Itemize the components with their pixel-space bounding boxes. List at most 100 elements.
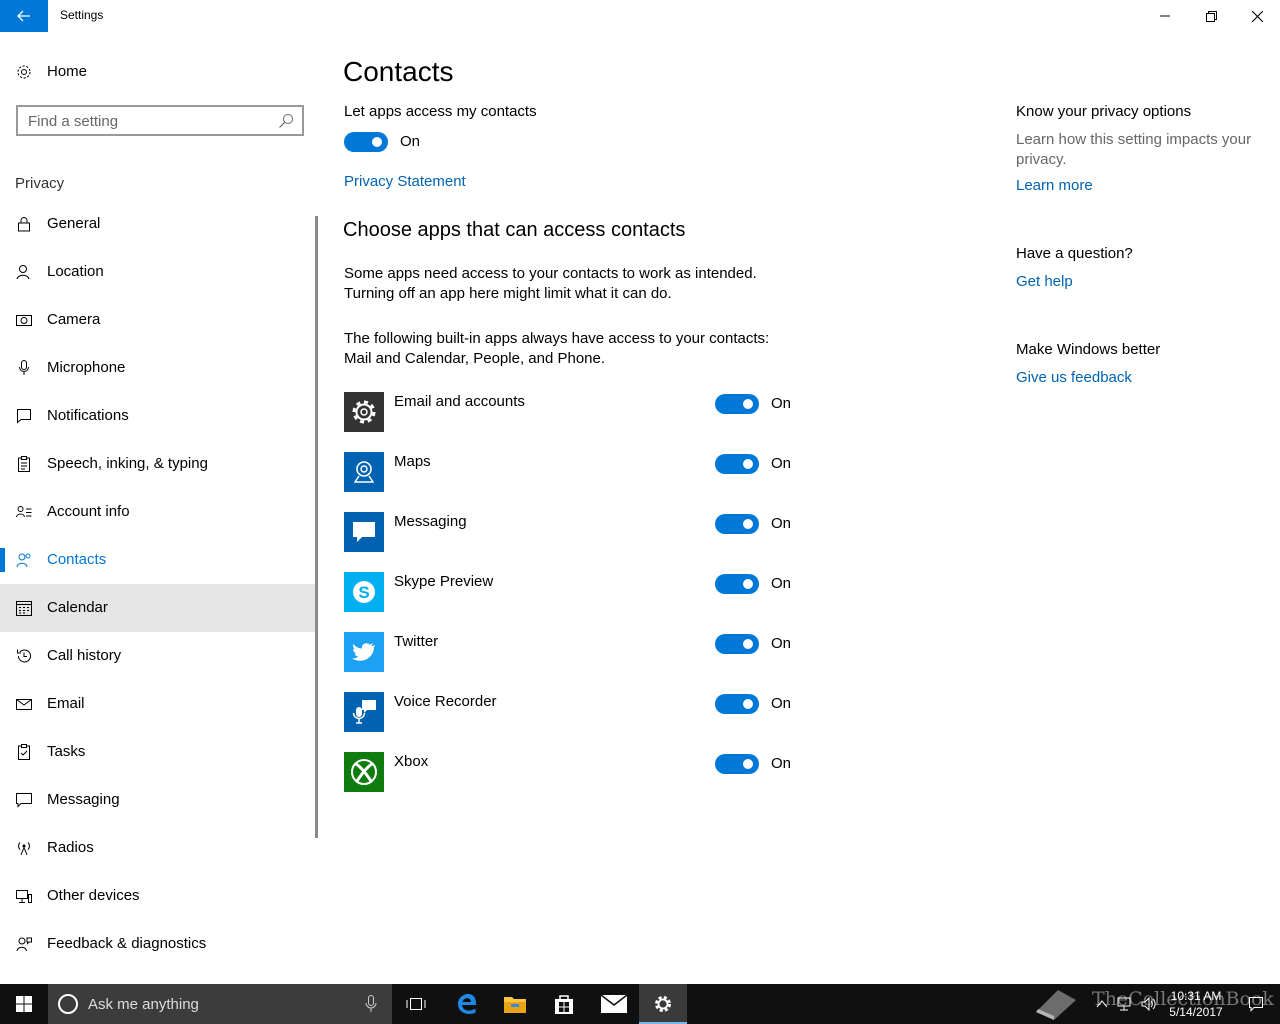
toggle-state: On [771,755,792,772]
sidebar-item-label: Location [47,263,104,280]
sidebar-item-location[interactable]: Location [0,248,318,296]
app-tile [344,692,384,732]
app-tile [344,632,384,672]
gear-icon [17,65,31,79]
app-name: Maps [394,453,431,470]
taskbar-edge[interactable] [443,984,491,1024]
apps-description: Some apps need access to your contacts t… [344,265,757,302]
sidebar-home[interactable]: Home [0,54,318,90]
sidebar-item-other-devices[interactable]: Other devices [0,872,318,920]
volume-tray-icon[interactable] [1138,984,1160,1024]
toggle-state: On [771,575,792,592]
feedback-link[interactable]: Give us feedback [1016,369,1132,386]
action-center-button[interactable] [1236,984,1276,1024]
sidebar-item-call-history[interactable]: Call history [0,632,318,680]
close-button[interactable] [1234,0,1280,32]
app-row-email-accounts: Email and accounts On [344,392,804,432]
sidebar-item-messaging[interactable]: Messaging [0,776,318,824]
home-label: Home [47,63,88,80]
sidebar-item-account-info[interactable]: Account info [0,488,318,536]
get-help-link[interactable]: Get help [1016,273,1073,290]
radio-tower-icon [18,842,30,856]
sidebar-item-label: Call history [47,647,122,664]
start-button[interactable] [0,984,48,1024]
sidebar-item-email[interactable]: Email [0,680,318,728]
cortana-search-box[interactable]: Ask me anything [48,984,392,1024]
app-tile [344,512,384,552]
app-toggle-maps[interactable] [715,454,759,474]
search-input[interactable] [28,111,268,131]
network-icon [1117,997,1131,1011]
app-toggle-xbox[interactable] [715,754,759,774]
task-view-button[interactable] [392,984,440,1024]
taskbar-file-explorer[interactable] [491,984,539,1024]
sidebar-item-tasks[interactable]: Tasks [0,728,318,776]
devices-icon [16,890,32,903]
restore-button[interactable] [1188,0,1234,32]
clipboard-icon [18,456,30,472]
sidebar-item-label: Notifications [47,407,129,424]
app-tile [344,392,384,432]
folder-icon [504,997,526,1013]
sidebar-item-label: Email [47,695,85,712]
action-center-icon [1249,997,1263,1012]
cortana-search-text: Ask me anything [88,996,199,1013]
app-toggle-voice-recorder[interactable] [715,694,759,714]
taskbar-mail[interactable] [590,984,638,1024]
sidebar-item-notifications[interactable]: Notifications [0,392,318,440]
learn-more-link[interactable]: Learn more [1016,177,1093,194]
close-icon [1251,10,1263,22]
sidebar-item-feedback[interactable]: Feedback & diagnostics [0,920,318,968]
voice-recorder-icon [352,700,376,724]
sidebar-item-microphone[interactable]: Microphone [0,344,318,392]
back-button[interactable] [0,0,48,32]
sidebar-item-label: Camera [47,311,101,328]
show-hidden-icons-button[interactable] [1092,984,1112,1024]
sidebar-item-contacts[interactable]: Contacts [0,536,318,584]
toggle-state: On [771,455,792,472]
app-toggle-email-accounts[interactable] [715,394,759,414]
privacy-options-text: Learn how this setting impacts your priv… [1016,131,1252,168]
taskbar-settings[interactable] [639,984,687,1024]
mail-icon [601,995,627,1013]
app-toggle-twitter[interactable] [715,634,759,654]
app-name: Skype Preview [394,573,494,590]
search-icon[interactable] [278,113,294,129]
contacts-icon [16,553,31,568]
sidebar-item-calendar[interactable]: Calendar [0,584,318,632]
minimize-button[interactable] [1142,0,1188,32]
sidebar-scrollbar[interactable] [315,216,318,838]
minimize-icon [1160,15,1170,17]
sidebar-item-general[interactable]: General [0,200,318,248]
master-access-toggle[interactable] [344,132,388,152]
network-tray-icon[interactable] [1114,984,1136,1024]
sidebar-item-label: General [47,215,101,232]
calendar-icon [16,601,32,616]
app-tile [344,452,384,492]
maps-icon [353,461,375,483]
privacy-options-heading: Know your privacy options [1016,103,1192,120]
microphone-icon[interactable] [364,995,378,1013]
chevron-up-icon [1096,1000,1108,1008]
title-bar: Settings [0,0,1280,32]
master-toggle-label: Let apps access my contacts [344,103,537,120]
search-box [16,105,304,136]
message-icon [16,793,32,808]
question-heading: Have a question? [1016,245,1133,262]
svg-text:S: S [358,583,369,602]
toggle-state: On [771,395,792,412]
privacy-statement-link[interactable]: Privacy Statement [344,173,466,190]
page-title: Contacts [343,56,454,87]
sidebar-item-label: Feedback & diagnostics [47,935,207,952]
sidebar-item-radios[interactable]: Radios [0,824,318,872]
sidebar-item-label: Tasks [47,743,86,760]
app-toggle-messaging[interactable] [715,514,759,534]
section-label-privacy: Privacy [15,175,65,192]
app-toggle-skype[interactable] [715,574,759,594]
sidebar-item-speech[interactable]: Speech, inking, & typing [0,440,318,488]
app-row-voice-recorder: Voice Recorder On [344,692,804,732]
taskbar-store[interactable] [540,984,588,1024]
lock-icon [18,217,30,232]
taskbar-clock[interactable]: 10:31 AM 5/14/2017 [1160,988,1232,1020]
sidebar-item-camera[interactable]: Camera [0,296,318,344]
